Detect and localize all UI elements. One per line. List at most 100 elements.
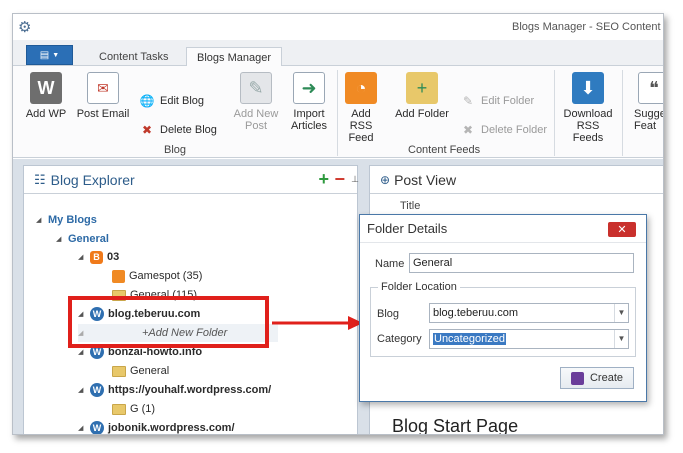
folder-details-dialog: Folder Details ✕ Name General Folder Loc… — [359, 214, 647, 402]
expand-triangle-icon[interactable]: ◢ — [56, 235, 64, 243]
tree-label: G (1) — [130, 403, 156, 415]
name-field[interactable]: General — [409, 253, 634, 273]
tree-icon: ☷ — [34, 171, 46, 187]
suggest-label-1: Sugge — [634, 108, 664, 120]
create-button[interactable]: Create — [560, 367, 634, 389]
blog-explorer-title: Blog Explorer — [50, 171, 135, 188]
tree-node-g1[interactable]: G (1) — [112, 400, 155, 418]
chevron-down-icon[interactable]: ▼ — [614, 330, 628, 348]
name-label: Name — [375, 258, 405, 270]
ribbon-separator — [337, 70, 338, 156]
folder-edit-icon: ✎ — [462, 94, 474, 108]
globe-edit-icon: 🌐 — [139, 94, 155, 108]
category-select[interactable]: Uncategorized ▼ — [429, 329, 629, 349]
edit-folder-button[interactable]: ✎ Edit Folder — [460, 93, 534, 109]
tree-node-general-child[interactable]: General — [112, 362, 169, 380]
add-rss-feed-label-1: Add RSS — [349, 108, 373, 132]
expand-triangle-icon[interactable]: ◢ — [78, 348, 86, 356]
tree-node-youhalf[interactable]: ◢ W https://youhalf.wordpress.com/ — [78, 381, 271, 399]
import-articles-label-2: Articles — [290, 120, 328, 132]
highlight-box — [68, 296, 269, 348]
add-icon[interactable]: + — [318, 169, 329, 190]
tree-label: General — [130, 365, 170, 377]
ribbon: W Add WP ✉ Post Email 🌐 Edit Blog ✖ Dele… — [13, 66, 664, 158]
edit-folder-label: Edit Folder — [481, 95, 535, 107]
close-button[interactable]: ✕ — [608, 222, 636, 237]
delete-folder-button[interactable]: ✖ Delete Folder — [460, 122, 547, 138]
ribbon-separator — [554, 70, 555, 156]
ribbon-separator — [622, 70, 623, 156]
tree-label: https://youhalf.wordpress.com/ — [108, 384, 272, 396]
new-post-icon: ✎ — [240, 72, 272, 104]
tree-node-my-blogs[interactable]: ◢ My Blogs — [36, 211, 97, 229]
remove-icon[interactable]: − — [334, 169, 345, 190]
category-label: Category — [377, 333, 422, 345]
pin-icon[interactable]: ⊥ — [351, 174, 359, 185]
wordpress-icon: W — [90, 383, 104, 397]
add-folder-label: Add Folder — [395, 108, 449, 120]
delete-folder-label: Delete Folder — [481, 124, 548, 136]
folder-location-legend: Folder Location — [378, 281, 460, 293]
add-new-post-button[interactable]: ✎ Add New Post — [232, 72, 280, 132]
import-icon: ➜ — [293, 72, 325, 104]
folder-delete-icon: ✖ — [462, 123, 474, 137]
blog-group-label: Blog — [164, 144, 187, 156]
expand-triangle-icon[interactable]: ◢ — [78, 424, 86, 432]
file-menu-button[interactable]: ▤ ▼ — [26, 45, 73, 65]
add-new-post-label-1: Add New — [233, 108, 279, 120]
annotation-arrow-icon — [272, 316, 363, 330]
tree-node-gamespot[interactable]: Gamespot (35) — [112, 267, 202, 285]
tab-blogs-manager[interactable]: Blogs Manager — [186, 47, 282, 67]
suggest-feature-button[interactable]: ❝ Sugge Feat — [630, 72, 664, 132]
blogger-icon: B — [90, 250, 103, 264]
edit-blog-button[interactable]: 🌐 Edit Blog — [139, 93, 205, 109]
rss-icon: ◔ — [345, 72, 377, 104]
add-folder-button[interactable]: + Add Folder — [393, 72, 451, 120]
blog-explorer-header: ☷ Blog Explorer + − ⊥ — [24, 166, 359, 194]
tree-node-jobonik[interactable]: ◢ W jobonik.wordpress.com/ — [78, 419, 235, 434]
save-icon — [570, 371, 584, 385]
column-header-title[interactable]: Title — [400, 200, 420, 212]
blog-select-value: blog.teberuu.com — [433, 307, 518, 319]
suggest-label-2: Feat — [634, 120, 657, 132]
content-feeds-group-label: Content Feeds — [408, 144, 481, 156]
create-label: Create — [589, 372, 624, 384]
tree-label: Gamespot (35) — [129, 270, 203, 282]
tree-label: General — [68, 233, 109, 245]
blog-select[interactable]: blog.teberuu.com ▼ — [429, 303, 629, 323]
tree-label: 03 — [107, 251, 120, 263]
download-rss-label-1: Download — [563, 108, 613, 120]
folder-add-icon: + — [406, 72, 438, 104]
edit-blog-label: Edit Blog — [160, 95, 205, 107]
add-rss-feed-button[interactable]: ◔ Add RSS Feed — [339, 72, 383, 144]
tab-content-tasks[interactable]: Content Tasks — [89, 47, 179, 67]
expand-triangle-icon[interactable]: ◢ — [78, 253, 86, 261]
blog-label: Blog — [377, 308, 400, 320]
wordpress-icon: W — [90, 421, 104, 434]
post-email-label: Post Email — [76, 108, 130, 120]
blog-start-page-heading: Blog Start Page — [392, 416, 519, 435]
tree-node-03[interactable]: ◢ B 03 — [78, 248, 119, 266]
add-wp-button[interactable]: W Add WP — [23, 72, 69, 120]
globe-download-icon: ⬇ — [572, 72, 604, 104]
download-rss-label-2: RSS Feeds — [572, 120, 604, 144]
delete-blog-button[interactable]: ✖ Delete Blog — [139, 122, 217, 138]
email-icon: ✉ — [87, 72, 119, 104]
post-email-button[interactable]: ✉ Post Email — [75, 72, 131, 120]
tree-label: My Blogs — [48, 214, 97, 226]
chevron-down-icon[interactable]: ▼ — [614, 304, 628, 322]
tree-node-general[interactable]: ◢ General — [56, 230, 109, 248]
window-title: Blogs Manager - SEO Content M — [512, 21, 664, 33]
post-view-header: ⊕ Post View — [370, 166, 663, 194]
add-rss-feed-label-2: Feed — [348, 132, 374, 144]
rss-icon — [112, 269, 125, 283]
import-articles-button[interactable]: ➜ Import Articles — [286, 72, 332, 132]
folder-icon — [112, 365, 126, 377]
gear-icon[interactable]: ⚙ — [18, 20, 34, 36]
tree-label: jobonik.wordpress.com/ — [108, 422, 235, 434]
wordpress-icon: W — [30, 72, 62, 104]
file-menu-icon: ▤ — [39, 49, 50, 61]
expand-triangle-icon[interactable]: ◢ — [78, 386, 86, 394]
expand-triangle-icon[interactable]: ◢ — [36, 216, 44, 224]
download-rss-feeds-button[interactable]: ⬇ Download RSS Feeds — [560, 72, 616, 144]
